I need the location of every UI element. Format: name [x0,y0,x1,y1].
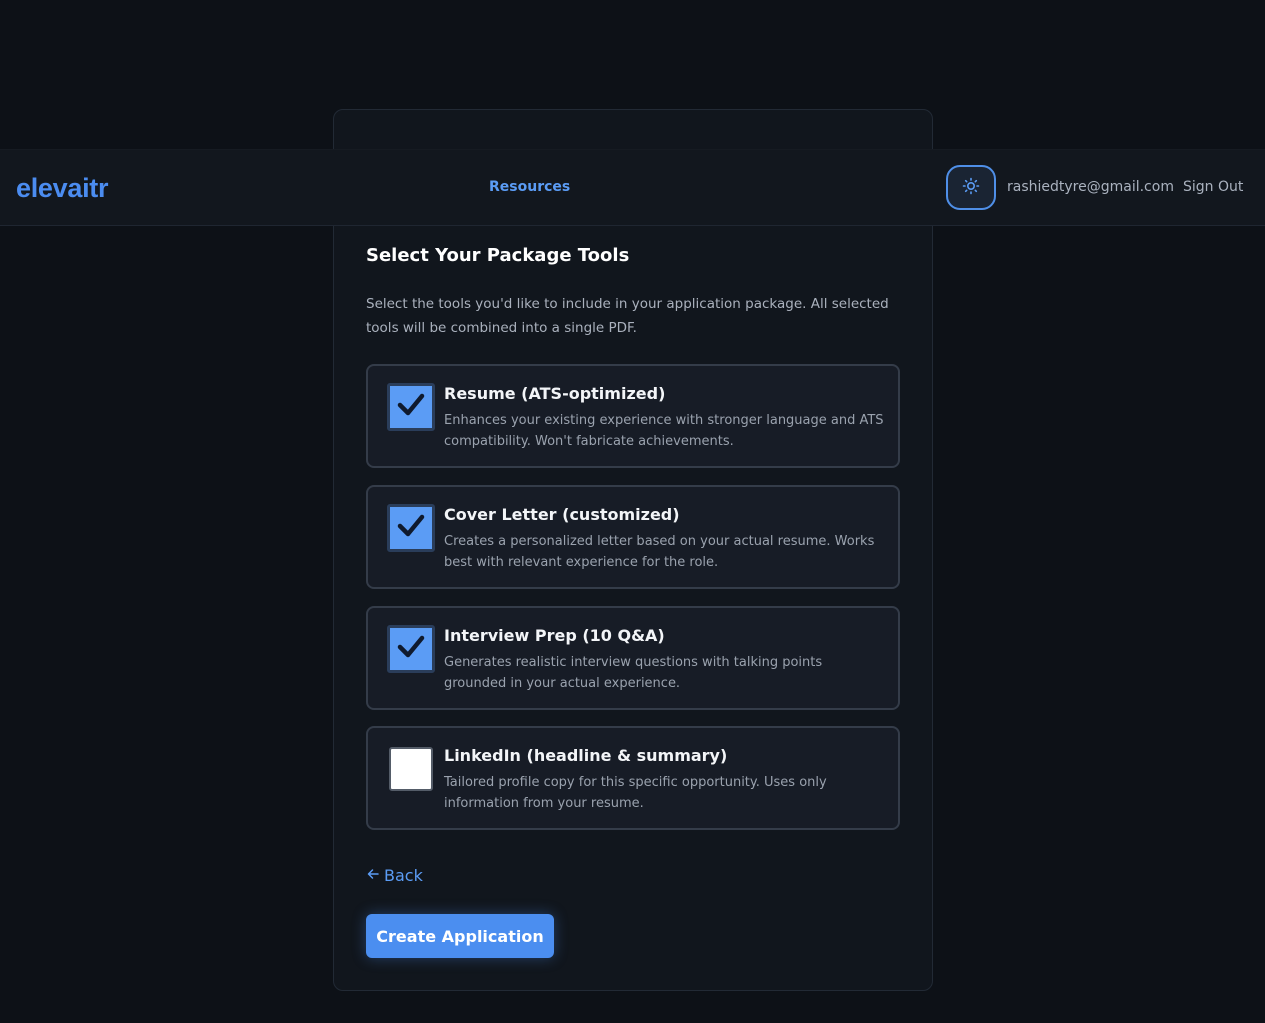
brand-logo[interactable]: elevaitr [16,173,108,204]
tool-description: Enhances your existing experience with s… [444,413,884,449]
tool-description: Creates a personalized letter based on y… [444,534,875,570]
top-navbar: elevaitr Resources rashiedtyre@gmail.com… [0,149,1265,226]
section-title: Select Your Package Tools [366,245,630,266]
tool-description: Generates realistic interview questions … [444,655,823,691]
tool-title: Interview Prep (10 Q&A) [444,626,665,645]
checkmark-icon [394,388,428,426]
checkbox-checked[interactable] [387,504,435,552]
user-email: rashiedtyre@gmail.com [1007,179,1174,195]
tool-option[interactable]: Interview Prep (10 Q&A) Generates realist… [366,606,900,710]
tool-description: Tailored profile copy for this specific … [444,775,827,811]
nav-link-resources[interactable]: Resources [489,179,570,195]
tool-title: Resume (ATS-optimized) [444,384,666,403]
checkmark-icon [394,630,428,668]
back-link[interactable]: Back [366,866,423,885]
checkmark-icon [394,509,428,547]
checkbox-unchecked[interactable] [389,747,433,791]
tool-title: LinkedIn (headline & summary) [444,746,728,765]
checkbox-checked[interactable] [387,383,435,431]
checkbox-checked[interactable] [387,625,435,673]
tool-option[interactable]: LinkedIn (headline & summary) Tailored pr… [366,726,900,830]
tool-title: Cover Letter (customized) [444,505,680,524]
sign-out-button[interactable]: Sign Out [1183,179,1243,195]
back-label: Back [384,866,423,885]
tool-option[interactable]: Resume (ATS-optimized) Enhances your exis… [366,364,900,468]
section-description: Select the tools you'd like to include i… [366,296,889,336]
sun-icon [962,177,980,199]
create-application-button[interactable]: Create Application [366,914,554,958]
arrow-left-icon [366,866,380,885]
tool-option[interactable]: Cover Letter (customized) Creates a perso… [366,485,900,589]
theme-toggle-button[interactable] [946,165,996,210]
